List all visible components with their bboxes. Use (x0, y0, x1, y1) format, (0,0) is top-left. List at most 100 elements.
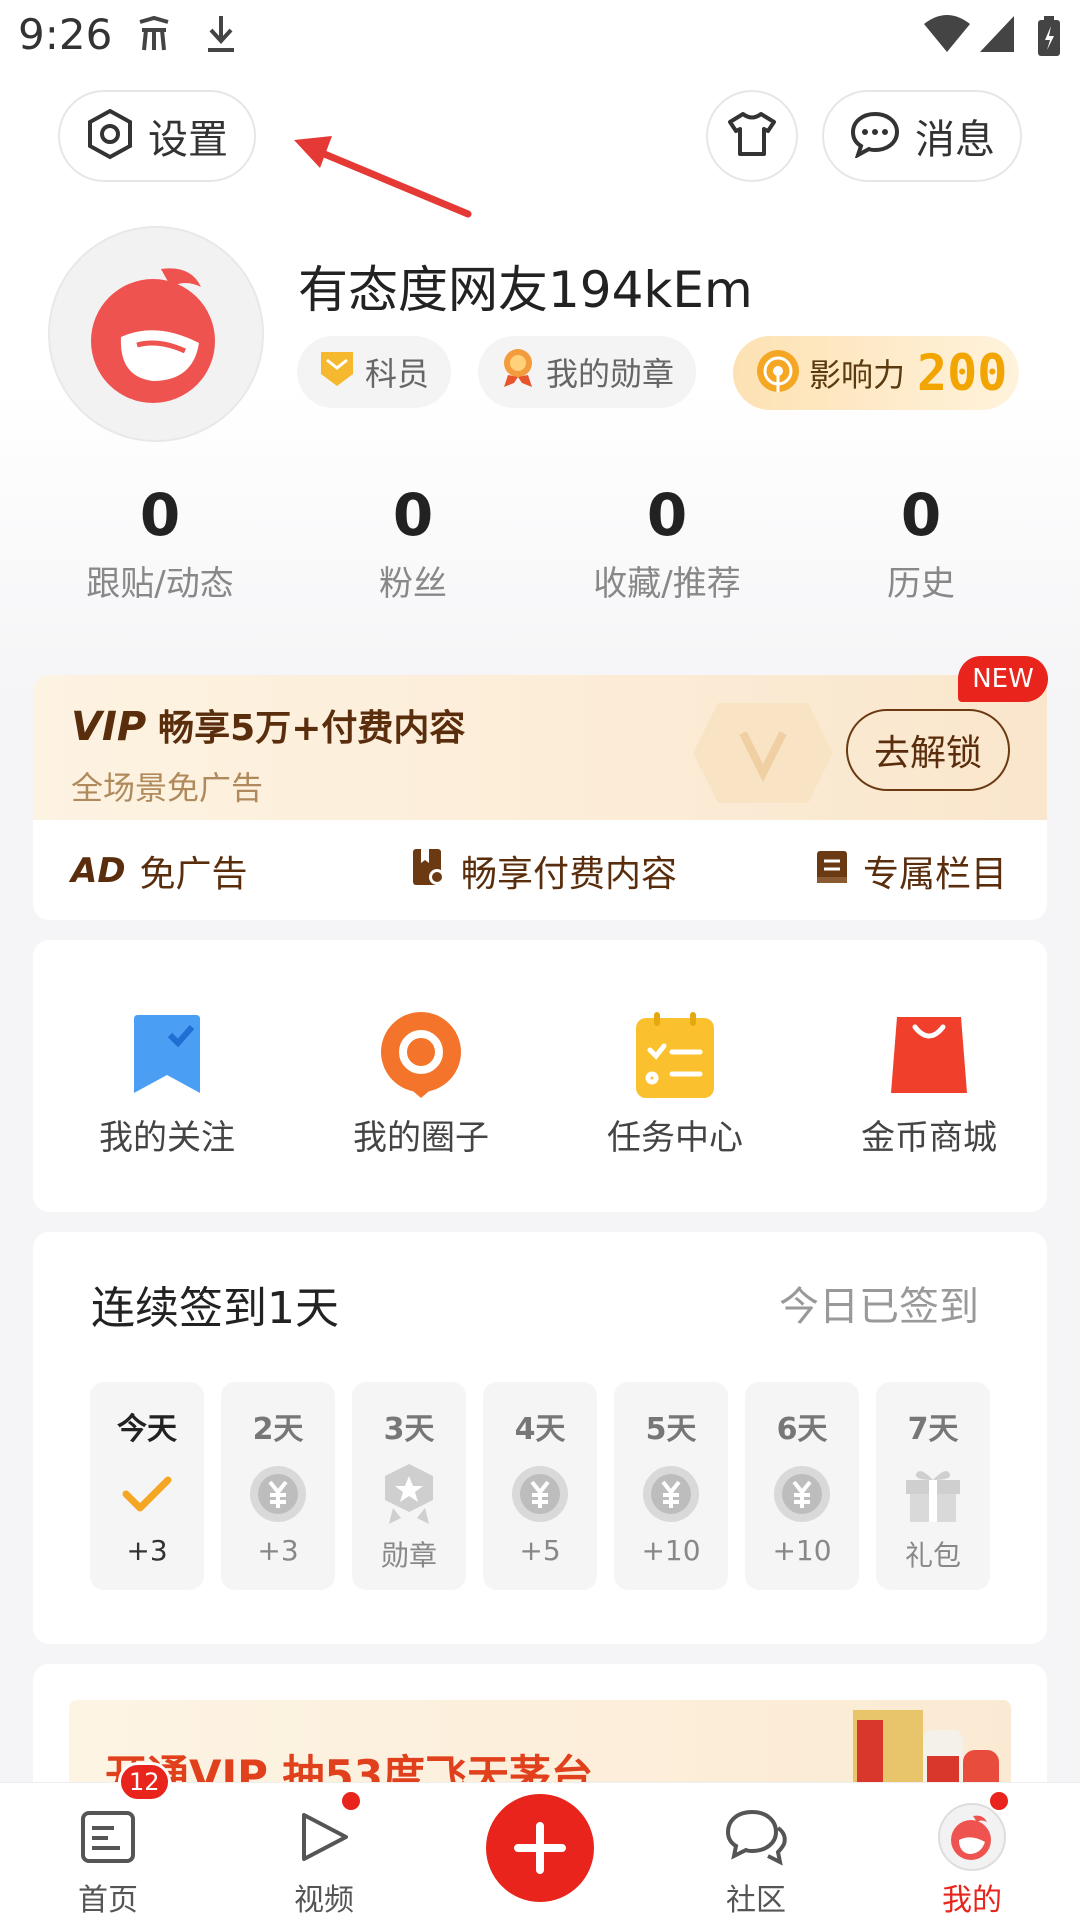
shield-badge-icon (319, 348, 355, 396)
checkin-day-reward: +10 (641, 1534, 701, 1567)
quick-link-label: 我的圈子 (353, 1118, 489, 1158)
play-icon (254, 1803, 394, 1871)
my-medals-chip[interactable]: 我的勋章 (478, 336, 697, 408)
coin-icon (221, 1454, 335, 1534)
username: 有态度网友194kEm (298, 261, 753, 319)
nav-home[interactable]: 首页 (38, 1803, 178, 1919)
checkin-day[interactable]: 2天 +3 (221, 1382, 335, 1590)
checkin-day-reward: +3 (257, 1534, 299, 1567)
app-mascot-icon (91, 268, 215, 403)
checkin-day[interactable]: 7天 礼包 (876, 1382, 990, 1590)
vip-feature-no-ads[interactable]: AD 免广告 (71, 845, 248, 897)
gift-icon (876, 1454, 990, 1534)
video-notification-dot (340, 1790, 362, 1812)
checkin-status: 今日已签到 (779, 1284, 979, 1330)
stat-value: 0 (139, 481, 181, 549)
create-post-button[interactable] (486, 1794, 594, 1902)
vip-word: VIP (71, 704, 147, 750)
tshirt-icon (727, 111, 777, 161)
medal-icon (352, 1454, 466, 1534)
nav-community[interactable]: 社区 (686, 1803, 826, 1919)
red-arrow-annotation (290, 128, 490, 232)
quick-link-circles[interactable]: 我的圈子 (301, 1010, 541, 1159)
plus-icon (514, 1822, 566, 1874)
nav-video[interactable]: 视频 (254, 1803, 394, 1919)
vip-feature-exclusive-columns[interactable]: 专属栏目 (815, 845, 1007, 897)
checkin-day[interactable]: 今天 +3 (90, 1382, 204, 1590)
influence-icon (755, 348, 801, 398)
medal-icon (500, 347, 536, 397)
download-icon (204, 14, 238, 63)
checkin-day-label: 5天 (645, 1412, 697, 1447)
checkin-day-reward: 勋章 (380, 1539, 437, 1572)
coin-icon (483, 1454, 597, 1534)
app-notification-icon (136, 14, 172, 63)
nav-label: 社区 (726, 1883, 786, 1918)
checkin-day[interactable]: 3天 勋章 (352, 1382, 466, 1590)
nav-label: 我的 (942, 1883, 1002, 1918)
vip-diamond-watermark-icon (693, 703, 833, 803)
nav-me[interactable]: 我的 (902, 1803, 1042, 1919)
checkin-panel: 连续签到1天 今日已签到 今天 +3 2天 +3 3天 勋章 4天 +5 5天 … (33, 1232, 1047, 1644)
home-unread-badge: 12 (118, 1762, 171, 1802)
checkin-day[interactable]: 4天 +5 (483, 1382, 597, 1590)
checkin-day-label: 2天 (252, 1412, 304, 1447)
coin-icon (745, 1454, 859, 1534)
stat-label: 收藏/推荐 (593, 564, 741, 604)
stat-history[interactable]: 0 历史 (811, 480, 1031, 605)
wifi-icon (922, 14, 972, 63)
vip-title-text: 畅享5万+付费内容 (158, 708, 466, 749)
vip-subtitle: 全场景免广告 (71, 769, 264, 807)
quick-links-panel: 我的关注 我的圈子 任务中心 金币商城 (33, 940, 1047, 1212)
stat-favorites[interactable]: 0 收藏/推荐 (557, 480, 777, 605)
checkin-day-reward: +5 (519, 1534, 561, 1567)
checkin-day-reward: +10 (772, 1534, 832, 1567)
vip-feature-paid-content[interactable]: 畅享付费内容 (411, 845, 677, 897)
checkin-day[interactable]: 6天 +10 (745, 1382, 859, 1590)
quick-link-label: 我的关注 (99, 1118, 235, 1158)
stat-label: 历史 (887, 564, 955, 604)
vip-feature-label: 免广告 (139, 854, 248, 895)
quick-link-label: 任务中心 (607, 1118, 743, 1158)
chat-bubbles-icon (686, 1803, 826, 1871)
rank-label: 科员 (365, 355, 430, 393)
settings-button[interactable]: 设置 (58, 90, 256, 182)
circle-group-icon (301, 1010, 541, 1100)
battery-icon (1036, 14, 1062, 67)
stat-label: 跟贴/动态 (86, 564, 234, 604)
unlock-button[interactable]: 去解锁 (846, 709, 1010, 791)
checkin-day-label: 3天 (383, 1412, 435, 1447)
nav-label: 首页 (78, 1883, 138, 1918)
stat-value: 0 (900, 481, 942, 549)
stat-value: 0 (646, 481, 688, 549)
column-icon (815, 849, 849, 894)
messages-button[interactable]: 消息 (822, 90, 1022, 182)
checkin-day-label: 今天 (117, 1412, 177, 1447)
signal-icon (978, 14, 1016, 63)
rank-chip[interactable]: 科员 (297, 336, 452, 408)
stat-comments[interactable]: 0 跟贴/动态 (50, 480, 270, 605)
quick-link-following[interactable]: 我的关注 (47, 1010, 287, 1159)
checkin-day-reward: 礼包 (904, 1539, 961, 1572)
message-bubble-icon (849, 110, 901, 162)
checkin-title: 连续签到1天 (91, 1283, 339, 1334)
settings-label: 设置 (148, 117, 228, 163)
stat-label: 粉丝 (379, 564, 447, 604)
checkin-day-label: 6天 (776, 1412, 828, 1447)
theme-outfit-button[interactable] (706, 90, 798, 182)
quick-link-coin-mall[interactable]: 金币商城 (809, 1010, 1049, 1159)
influence-label: 影响力 (809, 356, 906, 394)
stat-followers[interactable]: 0 粉丝 (303, 480, 523, 605)
ad-icon: AD (71, 851, 126, 891)
checkin-day[interactable]: 5天 +10 (614, 1382, 728, 1590)
news-icon (38, 1803, 178, 1871)
status-bar: 9:26 (0, 0, 1080, 72)
avatar[interactable] (48, 226, 264, 442)
influence-chip[interactable]: 影响力 200 (733, 336, 1019, 410)
checkin-day-label: 7天 (907, 1412, 959, 1447)
status-time: 9:26 (18, 10, 113, 59)
book-coin-icon (411, 847, 447, 896)
vip-card[interactable]: VIP 畅享5万+付费内容 全场景免广告 去解锁 AD 免广告 畅享付费内容 专属… (33, 675, 1047, 920)
quick-link-tasks[interactable]: 任务中心 (555, 1010, 795, 1159)
gear-icon (86, 108, 134, 164)
